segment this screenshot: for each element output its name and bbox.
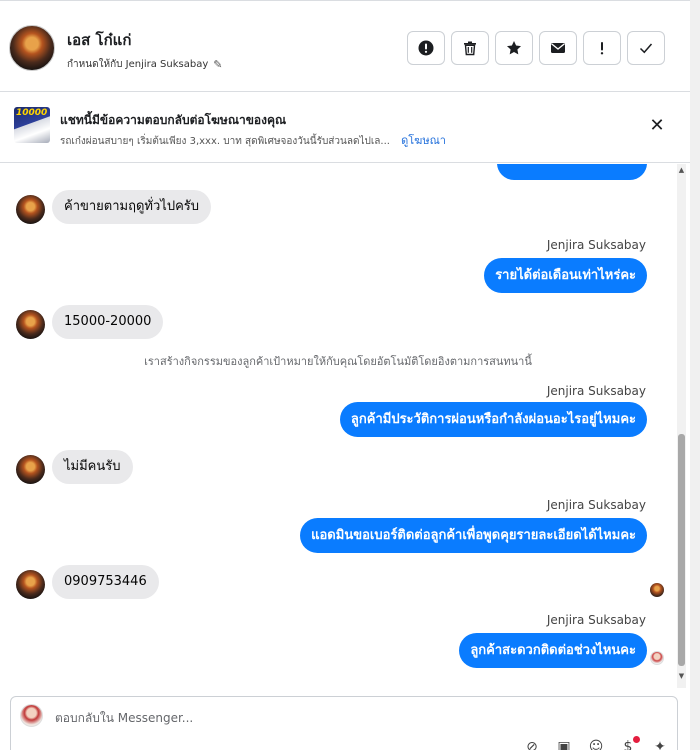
attachment-icon[interactable]: ⊘ <box>523 739 541 750</box>
assigned-label: กำหนดให้กับ Jenjira Suksabay <box>67 59 209 70</box>
ad-thumbnail[interactable]: 10000 <box>14 107 50 143</box>
sender-name: Jenjira Suksabay <box>546 613 646 627</box>
sender-name: Jenjira Suksabay <box>546 498 646 512</box>
notification-dot <box>633 736 640 743</box>
star-icon <box>507 41 521 55</box>
ad-reply-banner: 10000 แชทนี้มีข้อความตอบกลับต่อโฆษณาของค… <box>0 93 690 163</box>
view-ad-link[interactable]: ดูโฆษณา <box>401 134 446 147</box>
page-scrollbar[interactable] <box>690 0 700 750</box>
outgoing-message[interactable]: ลูกค้าสะดวกติดต่อช่วงไหนคะ <box>459 633 647 668</box>
outgoing-message-partial[interactable] <box>497 164 647 180</box>
envelope-icon <box>551 43 565 53</box>
incoming-message[interactable]: ค้าขายตามฤดูทั่วไปครับ <box>52 190 212 224</box>
close-icon[interactable]: ✕ <box>648 117 666 135</box>
message-thread[interactable]: ค้าขายตามฤดูทั่วไปครับ Jenjira Suksabay … <box>0 164 676 688</box>
mark-spam-button[interactable] <box>407 31 445 65</box>
assigned-to[interactable]: กำหนดให้กับ Jenjira Suksabay ✎ <box>67 57 223 72</box>
dollar-icon[interactable]: $ <box>619 736 640 750</box>
outgoing-message[interactable]: แอดมินขอเบอร์ติดต่อลูกค้าเพื่อพูดคุยรายล… <box>300 518 647 553</box>
outgoing-message[interactable]: ลูกค้ามีประวัติการผ่อนหรือกำลังผ่อนอะไรอ… <box>339 402 647 437</box>
gif-icon[interactable]: ▣ <box>555 739 573 750</box>
contact-avatar-small[interactable] <box>16 455 45 484</box>
scrollbar-thumb[interactable] <box>678 434 685 666</box>
banner-title: แชทนี้มีข้อความตอบกลับต่อโฆษณาของคุณ <box>60 113 287 127</box>
check-icon <box>639 43 653 54</box>
contact-avatar-small[interactable] <box>16 570 45 599</box>
emoji-icon[interactable]: ☺ <box>587 739 605 750</box>
contact-avatar[interactable] <box>9 25 55 71</box>
thread-scrollbar[interactable]: ▲ ▼ <box>677 164 686 688</box>
exclamation-circle-icon <box>418 40 434 56</box>
conversation-header: เอส โก๋แก่ กำหนดให้กับ Jenjira Suksabay … <box>0 0 690 92</box>
delete-button[interactable] <box>451 31 489 65</box>
sender-name: Jenjira Suksabay <box>546 384 646 398</box>
scroll-up-icon[interactable]: ▲ <box>677 166 686 174</box>
composer-tools: ⊘ ▣ ☺ $ ✦ <box>523 736 669 750</box>
contact-avatar-small[interactable] <box>16 195 45 224</box>
mark-done-button[interactable] <box>627 31 665 65</box>
user-avatar <box>20 704 43 727</box>
system-notice: เราสร้างกิจกรรมของลูกค้าเป้าหมายให้กับคุ… <box>144 355 532 368</box>
pencil-icon[interactable]: ✎ <box>213 58 222 71</box>
incoming-message[interactable]: 0909753446 <box>52 565 159 599</box>
exclamation-icon <box>600 42 604 55</box>
outgoing-message[interactable]: รายได้ต่อเดือนเท่าไหร่คะ <box>484 258 647 293</box>
header-actions <box>407 31 665 65</box>
read-receipt-avatar <box>650 651 664 665</box>
trash-icon <box>464 41 476 56</box>
contact-avatar-small[interactable] <box>16 310 45 339</box>
seen-indicator-avatar <box>650 583 664 597</box>
sender-name: Jenjira Suksabay <box>546 238 646 252</box>
banner-description: รถเก๋งผ่อนสบายๆ เริ่มต้นเพียง 3,xxx. บาท… <box>60 136 390 147</box>
incoming-message[interactable]: ไม่มีคนรับ <box>52 450 133 484</box>
follow-up-button[interactable] <box>583 31 621 65</box>
ad-thumbnail-text: 10000 <box>16 108 48 118</box>
reply-input[interactable] <box>55 709 455 727</box>
banner-subtitle: รถเก๋งผ่อนสบายๆ เริ่มต้นเพียง 3,xxx. บาท… <box>60 131 446 149</box>
mark-unread-button[interactable] <box>539 31 577 65</box>
reply-composer: ⊘ ▣ ☺ $ ✦ <box>10 696 678 750</box>
contact-name[interactable]: เอส โก๋แก่ <box>67 28 131 52</box>
star-button[interactable] <box>495 31 533 65</box>
incoming-message[interactable]: 15000-20000 <box>52 305 164 339</box>
scroll-down-icon[interactable]: ▼ <box>677 672 686 680</box>
sparkle-icon[interactable]: ✦ <box>651 739 669 750</box>
